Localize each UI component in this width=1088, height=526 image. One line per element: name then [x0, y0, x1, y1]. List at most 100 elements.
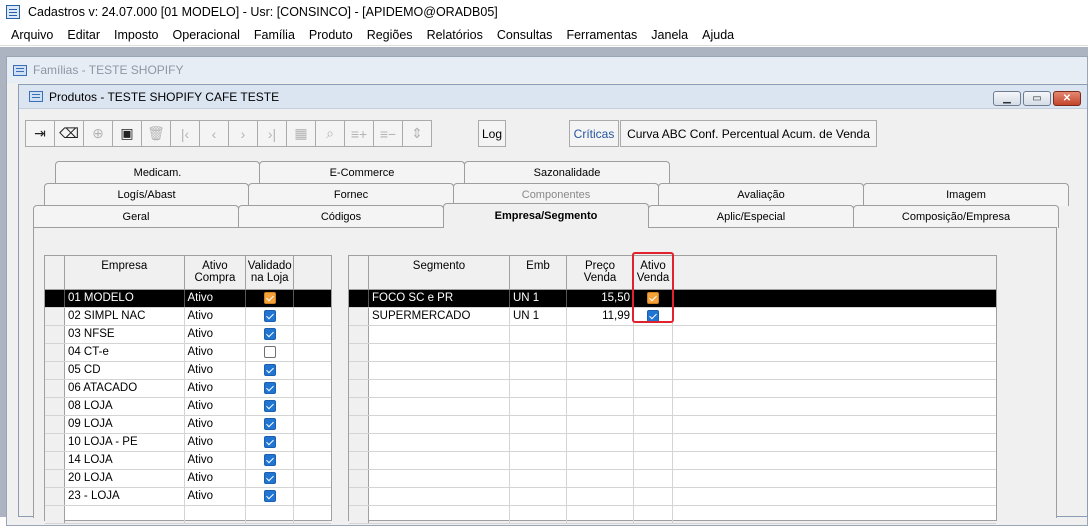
segmento-cell[interactable]: FOCO SC e PR [369, 290, 510, 307]
grid-view-icon[interactable]: ▦ [286, 120, 316, 147]
validado-checkbox[interactable] [263, 400, 276, 412]
tab-aplic-especial[interactable]: Aplic/Especial [648, 205, 854, 228]
col-validado-header[interactable]: Validado na Loja [246, 256, 295, 289]
col-preco-venda-header[interactable]: Preço Venda [567, 256, 634, 289]
tab-fornec[interactable]: Fornec [248, 183, 454, 206]
col-ativo-compra-header[interactable]: Ativo Compra [185, 256, 247, 289]
row-indicator[interactable] [349, 308, 369, 325]
row-indicator[interactable] [45, 362, 65, 379]
empresa-cell[interactable]: 20 LOJA [65, 470, 185, 487]
row-indicator[interactable] [45, 470, 65, 487]
menu-item-arquivo[interactable]: Arquivo [4, 28, 60, 42]
tab-geral[interactable]: Geral [33, 205, 239, 228]
validado-cell[interactable] [246, 290, 295, 307]
tab-composicao-empresa[interactable]: Composição/Empresa [853, 205, 1059, 228]
row-indicator[interactable] [349, 290, 369, 307]
validado-checkbox[interactable] [263, 418, 276, 430]
table-row[interactable]: 14 LOJA Ativo [45, 452, 331, 470]
col-empresa-header[interactable]: Empresa [65, 256, 185, 289]
segmento-cell[interactable]: SUPERMERCADO [369, 308, 510, 325]
tab-e-commerce[interactable]: E-Commerce [259, 161, 465, 184]
products-window-titlebar[interactable]: Produtos - TESTE SHOPIFY CAFE TESTE [19, 85, 1087, 109]
empresa-cell[interactable]: 23 - LOJA [65, 488, 185, 505]
validado-cell[interactable] [246, 452, 295, 469]
row-indicator[interactable] [45, 326, 65, 343]
insert-row-icon[interactable]: ≡+ [344, 120, 374, 147]
families-window-titlebar[interactable]: Famílias - TESTE SHOPIFY [7, 57, 1087, 83]
empresa-cell[interactable]: 10 LOJA - PE [65, 434, 185, 451]
ativo-compra-cell[interactable]: Ativo [185, 488, 247, 505]
menu-item-imposto[interactable]: Imposto [107, 28, 165, 42]
emb-cell[interactable]: UN 1 [510, 308, 567, 325]
log-button[interactable]: Log [478, 120, 506, 147]
validado-cell[interactable] [246, 398, 295, 415]
validado-checkbox[interactable] [263, 292, 276, 304]
tab-imagem[interactable]: Imagem [863, 183, 1069, 206]
validado-checkbox[interactable] [263, 346, 276, 358]
empresa-cell[interactable]: 03 NFSE [65, 326, 185, 343]
empresa-cell[interactable]: 08 LOJA [65, 398, 185, 415]
table-row[interactable]: 04 CT-e Ativo [45, 344, 331, 362]
ativo-compra-cell[interactable]: Ativo [185, 398, 247, 415]
row-indicator[interactable] [45, 398, 65, 415]
tab-codigos[interactable]: Códigos [238, 205, 444, 228]
ativo-compra-cell[interactable]: Ativo [185, 362, 247, 379]
menu-item-familia[interactable]: Família [247, 28, 302, 42]
menu-item-relatorios[interactable]: Relatórios [420, 28, 490, 42]
empresa-cell[interactable]: 05 CD [65, 362, 185, 379]
table-row[interactable]: 06 ATACADO Ativo [45, 380, 331, 398]
tab-avaliacao[interactable]: Avaliação [658, 183, 864, 206]
menu-item-consultas[interactable]: Consultas [490, 28, 560, 42]
next-record-icon[interactable]: › [228, 120, 258, 147]
last-record-icon[interactable]: ›| [257, 120, 287, 147]
add-icon[interactable]: ⊕ [83, 120, 113, 147]
ativo-compra-cell[interactable]: Ativo [185, 308, 247, 325]
validado-cell[interactable] [246, 326, 295, 343]
row-indicator[interactable] [45, 452, 65, 469]
first-record-icon[interactable]: |‹ [170, 120, 200, 147]
table-row[interactable]: 23 - LOJA Ativo [45, 488, 331, 506]
row-indicator[interactable] [45, 488, 65, 505]
empresa-cell[interactable]: 04 CT-e [65, 344, 185, 361]
validado-cell[interactable] [246, 362, 295, 379]
row-indicator[interactable] [45, 290, 65, 307]
eraser-icon[interactable]: ⌫ [54, 120, 84, 147]
menu-item-produto[interactable]: Produto [302, 28, 360, 42]
validado-checkbox[interactable] [263, 490, 276, 502]
table-row[interactable]: 10 LOJA - PE Ativo [45, 434, 331, 452]
menu-item-editar[interactable]: Editar [60, 28, 107, 42]
previous-record-icon[interactable]: ‹ [199, 120, 229, 147]
validado-checkbox[interactable] [263, 310, 276, 322]
tab-logis-abast[interactable]: Logís/Abast [44, 183, 249, 206]
ativo-compra-cell[interactable]: Ativo [185, 470, 247, 487]
tab-medicam[interactable]: Medicam. [55, 161, 260, 184]
delete-icon[interactable]: 🗑 [141, 120, 171, 147]
validado-cell[interactable] [246, 308, 295, 325]
table-row[interactable]: 03 NFSE Ativo [45, 326, 331, 344]
validado-cell[interactable] [246, 488, 295, 505]
table-row[interactable]: 01 MODELO Ativo [45, 290, 331, 308]
ativo-compra-cell[interactable]: Ativo [185, 344, 247, 361]
ativo-compra-cell[interactable]: Ativo [185, 326, 247, 343]
empresa-cell[interactable]: 09 LOJA [65, 416, 185, 433]
maximize-button[interactable]: ▭ [1023, 91, 1051, 106]
row-indicator[interactable] [45, 380, 65, 397]
tab-empresa-segmento[interactable]: Empresa/Segmento [443, 203, 649, 228]
empresa-cell[interactable]: 14 LOJA [65, 452, 185, 469]
preco-venda-cell[interactable]: 15,50 [567, 290, 634, 307]
empresa-cell[interactable]: 02 SIMPL NAC [65, 308, 185, 325]
validado-checkbox[interactable] [263, 328, 276, 340]
emb-cell[interactable]: UN 1 [510, 290, 567, 307]
menu-item-janela[interactable]: Janela [644, 28, 695, 42]
validado-checkbox[interactable] [263, 472, 276, 484]
search-icon[interactable]: ⌕ [315, 120, 345, 147]
exit-icon[interactable]: ⇥ [25, 120, 55, 147]
menu-item-ferramentas[interactable]: Ferramentas [559, 28, 644, 42]
menu-item-regioes[interactable]: Regiões [360, 28, 420, 42]
split-row-icon[interactable]: ⇕ [402, 120, 432, 147]
ativo-compra-cell[interactable]: Ativo [185, 434, 247, 451]
validado-checkbox[interactable] [263, 436, 276, 448]
validado-checkbox[interactable] [263, 454, 276, 466]
row-indicator[interactable] [45, 344, 65, 361]
validado-cell[interactable] [246, 380, 295, 397]
